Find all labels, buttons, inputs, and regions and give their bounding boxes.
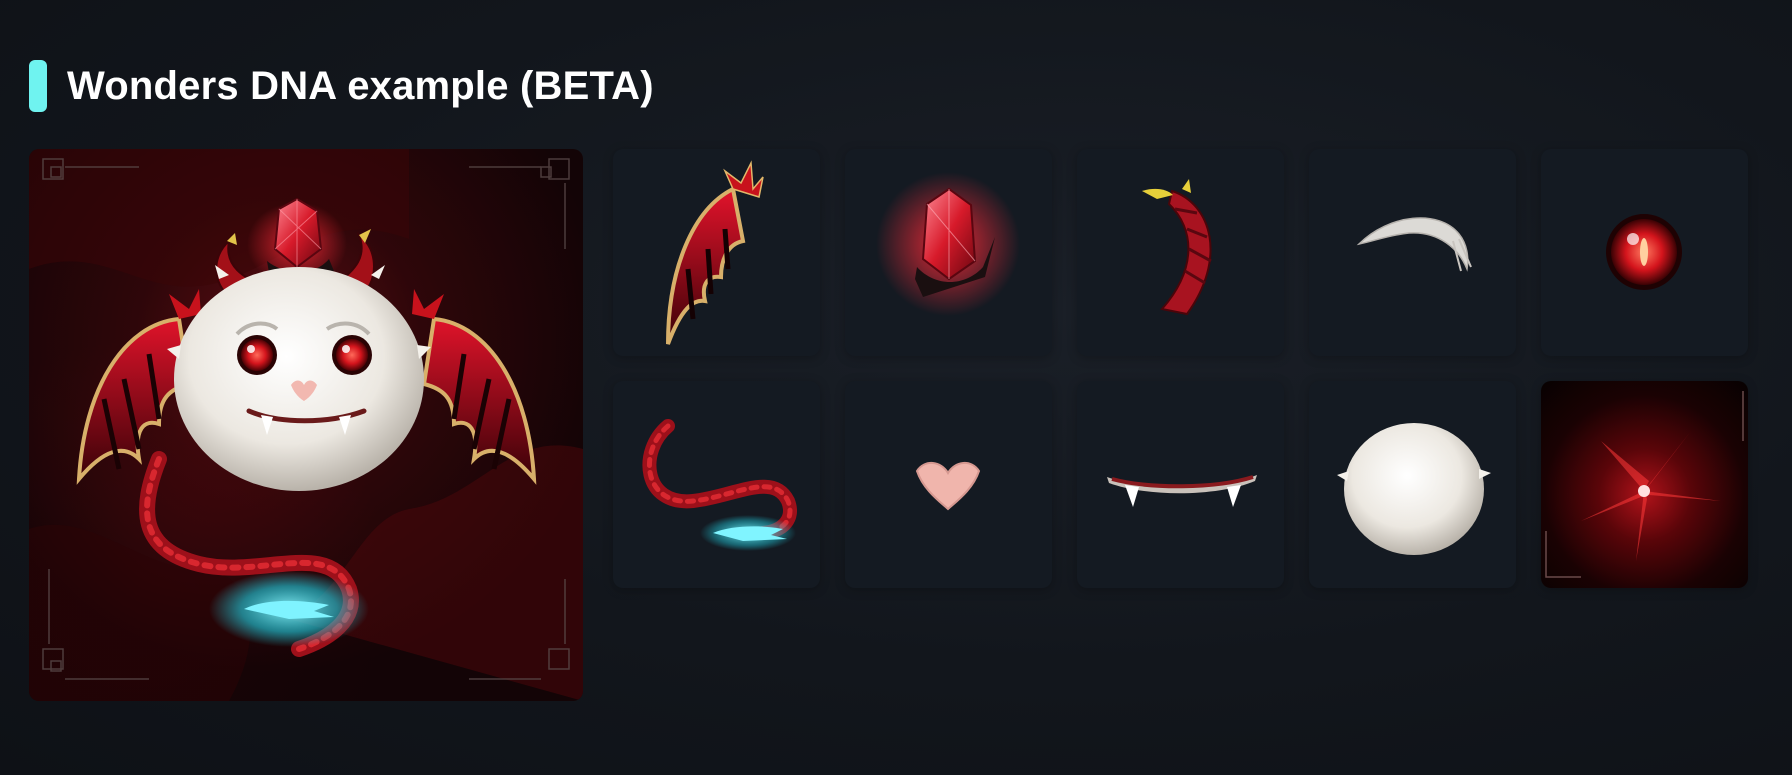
part-tile-eyebrow[interactable] — [1309, 149, 1516, 356]
section-header: Wonders DNA example (BETA) — [29, 60, 654, 112]
part-tile-background[interactable] — [1541, 381, 1748, 588]
eyebrow-icon — [1356, 217, 1472, 272]
accent-bar — [29, 60, 47, 112]
background-icon — [1545, 391, 1744, 578]
part-tile-eye[interactable] — [1541, 149, 1748, 356]
nose-icon — [915, 462, 981, 511]
section-title: Wonders DNA example (BETA) — [67, 63, 654, 108]
crystal-icon — [876, 172, 1020, 316]
part-tile-crystal[interactable] — [845, 149, 1052, 356]
wing-right — [412, 289, 537, 485]
part-tile-body[interactable] — [1309, 381, 1516, 588]
fur-body — [174, 267, 424, 491]
body-icon — [1337, 423, 1491, 555]
tail-icon — [642, 419, 797, 551]
part-tile-wings[interactable] — [613, 149, 820, 356]
part-tile-nose[interactable] — [845, 381, 1052, 588]
character-preview-image — [29, 149, 583, 701]
mouth-icon — [1107, 475, 1257, 507]
part-tile-mouth[interactable] — [1077, 381, 1284, 588]
wing-icon — [666, 160, 764, 345]
dna-parts-grid — [613, 149, 1748, 588]
eye-icon — [1606, 214, 1682, 290]
horn-icon — [1142, 179, 1212, 316]
character-illustration — [29, 149, 583, 701]
part-tile-tail[interactable] — [613, 381, 820, 588]
part-tile-horn[interactable] — [1077, 149, 1284, 356]
